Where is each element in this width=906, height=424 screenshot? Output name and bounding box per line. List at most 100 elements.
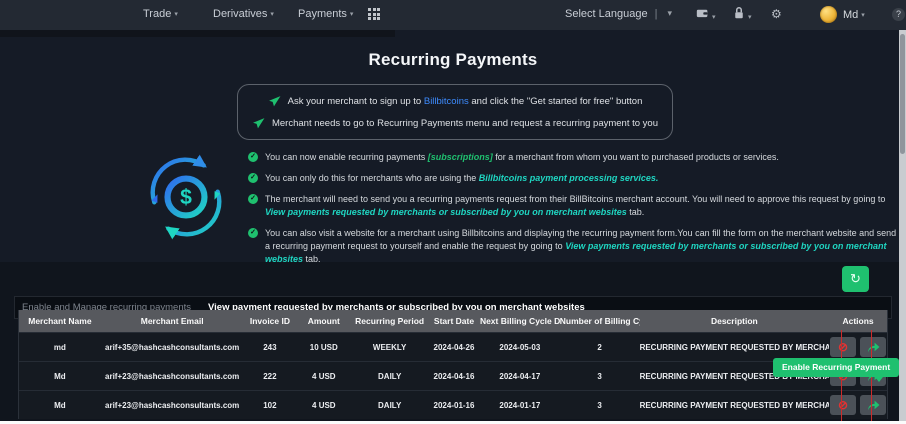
check-icon: ✓ <box>248 228 258 238</box>
nav-item-payments-label: Payments <box>298 8 347 20</box>
table-row: Md arif+23@hashcashconsultants.com 222 4… <box>19 361 887 390</box>
start-date-cell: 2024-04-16 <box>433 371 475 381</box>
merchant-email-cell: arif+35@hashcashconsultants.com <box>105 342 240 352</box>
user-avatar-coin[interactable] <box>820 6 837 23</box>
invoice-id-cell: 243 <box>263 342 277 352</box>
payments-table: Merchant Name Merchant Email Invoice ID … <box>18 310 888 419</box>
description-cell: RECURRING PAYMENT REQUESTED BY MERCHANT <box>639 400 830 410</box>
bullet-emphasis: Billbitcoins payment processing services… <box>478 173 659 183</box>
recurring-period-cell: DAILY <box>378 400 402 410</box>
settings-button[interactable]: ⚙ <box>771 7 782 21</box>
merchant-name-cell: md <box>53 342 66 352</box>
intro-line: Merchant needs to go to Recurring Paymen… <box>252 117 658 130</box>
chevron-down-icon: ▾ <box>861 12 865 19</box>
column-header: Actions <box>842 316 874 326</box>
cancel-payment-button[interactable]: ⊘ <box>830 395 857 415</box>
nav-shadow <box>0 30 395 37</box>
billbitcoins-link[interactable]: Billbitcoins <box>424 96 469 107</box>
nav-item-derivatives[interactable]: Derivatives ▾ <box>213 8 274 20</box>
merchant-email-cell: arif+23@hashcashconsultants.com <box>105 400 240 410</box>
chevron-down-icon: ▾ <box>174 11 178 18</box>
check-icon: ✓ <box>248 173 258 183</box>
amount-cell: 10 USD <box>309 342 338 352</box>
refresh-icon: ↻ <box>850 271 861 286</box>
column-header: Description <box>710 316 758 326</box>
instructions-list: ✓ You can now enable recurring payments … <box>248 151 900 274</box>
billing-cycles-cell: 2 <box>597 342 602 352</box>
merchant-email-cell: arif+23@hashcashconsultants.com <box>105 371 240 381</box>
column-header: Merchant Name <box>28 316 92 326</box>
column-header: Merchant Email <box>140 316 204 326</box>
apps-grid-icon[interactable] <box>368 8 382 22</box>
chevron-down-icon: ▾ <box>712 14 716 21</box>
billing-cycles-cell: 3 <box>597 371 602 381</box>
invoice-id-cell: 102 <box>263 400 277 410</box>
page-title: Recurring Payments <box>368 50 538 69</box>
gear-icon: ⚙ <box>771 7 782 21</box>
nav-item-payments[interactable]: Payments ▾ <box>298 8 353 20</box>
column-header: Next Billing Cycle Date <box>479 316 560 326</box>
lock-icon <box>735 7 743 19</box>
scrollbar[interactable] <box>899 30 906 421</box>
table-header-row: Merchant Name Merchant Email Invoice ID … <box>19 310 887 332</box>
divider: | <box>654 8 658 20</box>
nav-item-derivatives-label: Derivatives <box>213 8 268 20</box>
help-icon: ? <box>895 9 901 19</box>
column-header: Amount <box>307 316 340 326</box>
forward-arrow-icon <box>867 400 880 410</box>
table-row: md arif+35@hashcashconsultants.com 243 1… <box>19 332 887 361</box>
chevron-down-icon: ▾ <box>667 8 672 18</box>
bullet-text: The merchant will need to send you a rec… <box>265 194 886 217</box>
actions-cell: ⊘ <box>829 395 887 415</box>
start-date-cell: 2024-04-26 <box>433 342 475 352</box>
nav-item-trade-label: Trade <box>143 8 172 20</box>
security-menu[interactable]: ▾ <box>733 6 752 25</box>
chevron-down-icon: ▾ <box>270 11 274 18</box>
start-date-cell: 2024-01-16 <box>433 400 475 410</box>
intro-text: Merchant needs to go to Recurring Paymen… <box>271 117 659 129</box>
list-item: ✓ You can now enable recurring payments … <box>248 151 900 164</box>
svg-text:$: $ <box>180 186 192 209</box>
wallet-icon <box>696 9 708 18</box>
intro-line: Ask your merchant to sign up to Billbitc… <box>268 95 643 108</box>
list-item: ✓ You can also visit a website for a mer… <box>248 227 900 266</box>
merchant-name-cell: Md <box>54 400 66 410</box>
help-button[interactable]: ? <box>892 8 905 21</box>
column-header: Number of Billing Cycles <box>559 316 640 326</box>
ban-icon: ⊘ <box>838 340 849 354</box>
column-header: Start Date <box>433 316 475 326</box>
recurring-dollar-icon: $ <box>150 154 222 240</box>
actions-cell: ⊘ <box>829 337 887 357</box>
next-billing-date-cell: 2024-05-03 <box>499 342 541 352</box>
forward-arrow-icon <box>867 342 880 352</box>
language-selector[interactable]: Select Language | ▾ <box>565 8 672 20</box>
ban-icon: ⊘ <box>838 398 849 412</box>
merchant-name-cell: Md <box>54 371 66 381</box>
next-billing-date-cell: 2024-04-17 <box>499 371 541 381</box>
intro-text: Ask your merchant to sign up to Billbitc… <box>287 95 643 107</box>
scrollbar-thumb[interactable] <box>900 34 905 154</box>
wallet-menu[interactable]: ▾ <box>696 6 716 25</box>
send-plane-icon <box>268 95 281 106</box>
app-window: Trade ▾ Derivatives ▾ Payments ▾ Select Lan… <box>0 0 906 424</box>
cancel-payment-button[interactable]: ⊘ <box>830 337 857 357</box>
check-icon: ✓ <box>248 194 258 204</box>
username: Md <box>843 9 859 21</box>
billing-cycles-cell: 3 <box>597 400 602 410</box>
nav-item-trade[interactable]: Trade ▾ <box>143 8 178 20</box>
column-header: Recurring Period <box>355 316 425 326</box>
view-payments-tab-link[interactable]: View payments requested by merchants or … <box>265 207 627 217</box>
payments-panel: ↻ Enable and Manage recurring payments V… <box>0 262 906 424</box>
enable-payment-button[interactable] <box>860 337 887 357</box>
user-menu[interactable]: Md ▾ <box>843 9 865 21</box>
invoice-id-cell: 222 <box>263 371 277 381</box>
list-item: ✓ The merchant will need to send you a r… <box>248 193 900 219</box>
description-cell: RECURRING PAYMENT REQUESTED BY MERCHANT <box>639 342 830 352</box>
recurring-period-cell: DAILY <box>378 371 402 381</box>
enable-payment-button[interactable] <box>860 395 887 415</box>
bullet-text: You can also visit a website for a merch… <box>265 228 897 264</box>
amount-cell: 4 USD <box>312 400 336 410</box>
refresh-button[interactable]: ↻ <box>842 266 869 292</box>
bullet-text: You can only do this for merchants who a… <box>265 173 659 183</box>
recurring-period-cell: WEEKLY <box>372 342 407 352</box>
